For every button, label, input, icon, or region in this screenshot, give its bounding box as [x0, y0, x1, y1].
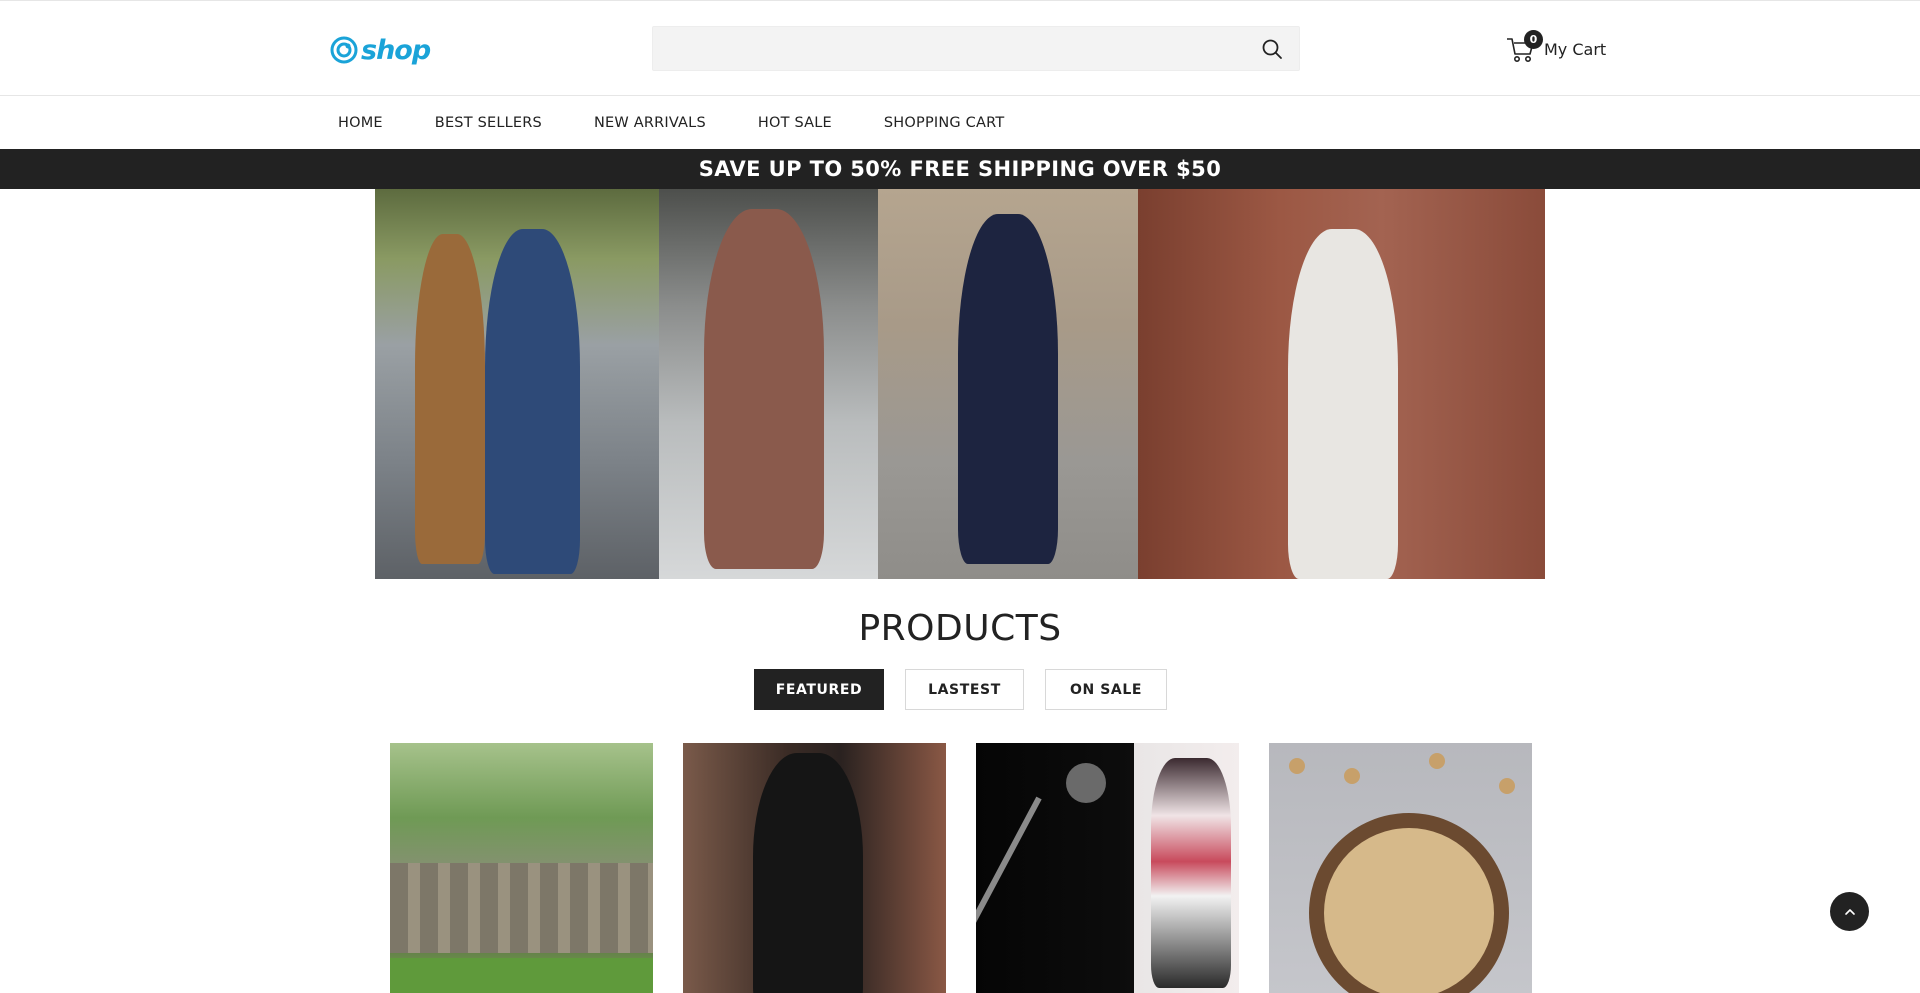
- cart-count-badge: 0: [1524, 30, 1543, 49]
- tab-on-sale[interactable]: ON SALE: [1045, 669, 1167, 710]
- hero-image-plaid-skirt: [1138, 189, 1545, 579]
- site-header: shop 0 My Cart: [0, 0, 1920, 96]
- product-card-image[interactable]: [976, 743, 1239, 993]
- product-card-image[interactable]: [1269, 743, 1532, 993]
- site-logo[interactable]: shop: [329, 33, 431, 67]
- logo-text: shop: [361, 34, 431, 66]
- hero-image-plaid-poncho: [659, 189, 878, 579]
- product-card-image[interactable]: [390, 743, 653, 993]
- hero-banner[interactable]: [375, 189, 1545, 579]
- tab-featured[interactable]: FEATURED: [754, 669, 884, 710]
- logo-swirl-icon: [330, 36, 358, 64]
- nav-item-hot-sale[interactable]: HOT SALE: [758, 115, 832, 131]
- cart-label[interactable]: My Cart: [1544, 40, 1606, 59]
- nav-item-home[interactable]: HOME: [338, 115, 383, 131]
- search-box: [652, 26, 1300, 71]
- nav-item-new-arrivals[interactable]: NEW ARRIVALS: [594, 115, 706, 131]
- hero-image-striped-tee: [878, 189, 1138, 579]
- mini-cart[interactable]: 0 My Cart: [1506, 30, 1606, 67]
- back-to-top-button[interactable]: [1830, 892, 1869, 931]
- nav-item-best-sellers[interactable]: BEST SELLERS: [435, 115, 542, 131]
- product-card-image[interactable]: [683, 743, 946, 993]
- main-nav: HOME BEST SELLERS NEW ARRIVALS HOT SALE …: [0, 96, 1920, 149]
- product-grid: [390, 743, 1532, 993]
- nav-item-shopping-cart[interactable]: SHOPPING CART: [884, 115, 1005, 131]
- tab-lastest[interactable]: LASTEST: [905, 669, 1024, 710]
- product-tabs: FEATURED LASTEST ON SALE: [754, 669, 1167, 710]
- hero-image-street-duo: [375, 189, 659, 579]
- chevron-up-icon: [1844, 908, 1855, 915]
- products-title: PRODUCTS: [858, 608, 1062, 649]
- promo-banner: SAVE UP TO 50% FREE SHIPPING OVER $50: [0, 149, 1920, 189]
- search-icon[interactable]: [1261, 38, 1283, 60]
- cart-icon[interactable]: 0: [1506, 30, 1543, 65]
- search-input[interactable]: [653, 27, 1299, 70]
